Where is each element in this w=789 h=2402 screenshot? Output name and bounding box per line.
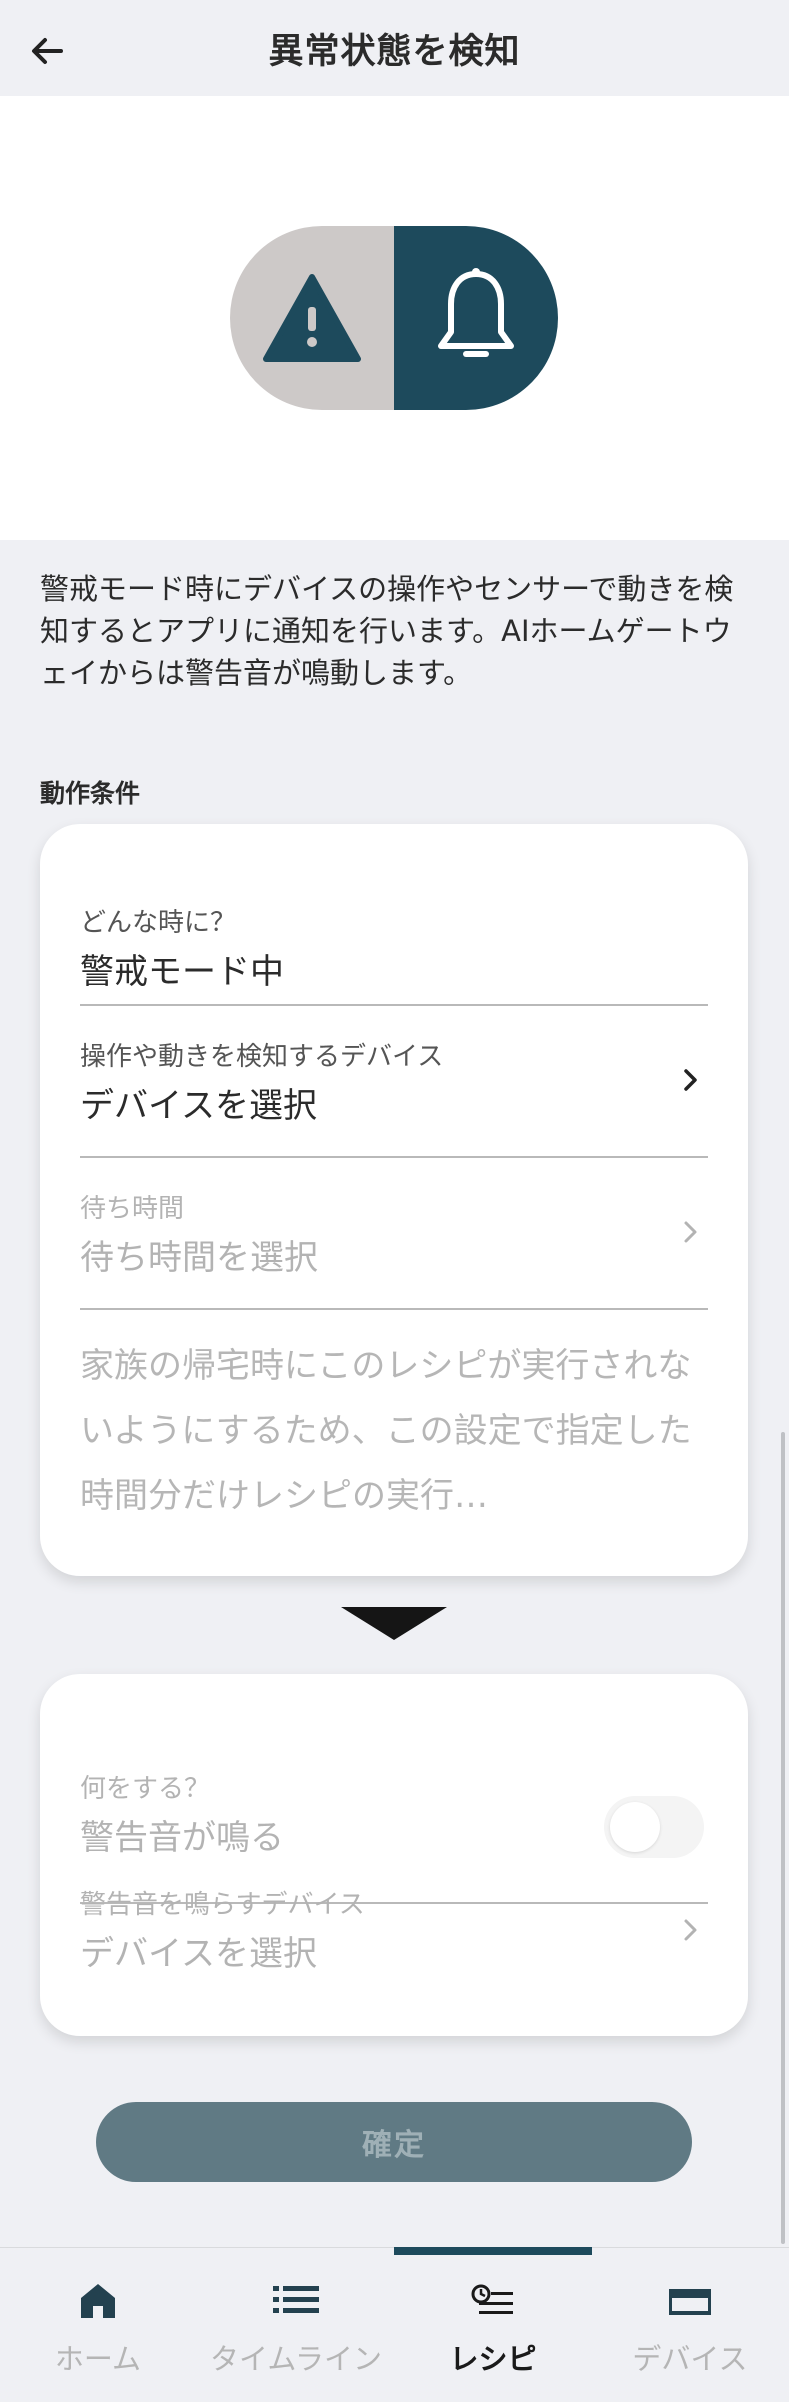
- wait-time-label: 待ち時間: [80, 1194, 185, 1224]
- app-header: 異常状態を検知: [0, 0, 789, 96]
- alarm-toggle[interactable]: [604, 1796, 704, 1858]
- nav-label-device: デバイス: [632, 2342, 748, 2376]
- confirm-button[interactable]: 確定: [96, 2102, 692, 2182]
- toggle-knob: [610, 1802, 660, 1852]
- alarm-device-label: 警告音を鳴らすデバイス: [80, 1890, 365, 1920]
- recipe-description: 警戒モード時にデバイスの操作やセンサーで動きを検知するとアプリに通知を行います。…: [40, 572, 734, 690]
- wait-time-value: 待ち時間を選択: [80, 1238, 318, 1278]
- flow-arrow-icon: [341, 1607, 447, 1640]
- detect-device-value: デバイスを選択: [80, 1086, 317, 1126]
- warning-panel: [230, 226, 394, 410]
- action-label: 何をする？: [80, 1774, 211, 1804]
- wait-time-note: 家族の帰宅時にこのレシピが実行されないようにするため、この設定で指定した時間分だ…: [80, 1346, 692, 1516]
- nav-item-home[interactable]: ホーム: [38, 2248, 158, 2402]
- action-card: 何をする？ 警告音が鳴る 警告音を鳴らすデバイス デバイスを選択: [40, 1674, 748, 2036]
- nav-item-recipe[interactable]: レシピ: [430, 2248, 556, 2402]
- detect-device-row[interactable]: 操作や動きを検知するデバイス デバイスを選択: [80, 1006, 708, 1158]
- back-arrow-icon: [32, 38, 63, 64]
- warning-notification-pill: [230, 226, 558, 410]
- warning-triangle-icon: [263, 274, 361, 362]
- back-button[interactable]: [22, 26, 72, 76]
- scrollbar[interactable]: [781, 1432, 785, 2244]
- when-row: どんな時に？ 警戒モード中: [80, 874, 708, 1006]
- wait-time-row[interactable]: 待ち時間 待ち時間を選択: [80, 1158, 708, 1310]
- chevron-right-icon: [684, 1919, 697, 1941]
- nav-label-home: ホーム: [54, 2342, 142, 2376]
- bell-icon: [438, 268, 514, 357]
- chevron-right-icon: [684, 1221, 697, 1243]
- section-label-conditions: 動作条件: [40, 779, 141, 808]
- when-value: 警戒モード中: [80, 952, 284, 992]
- list-icon: [273, 2286, 319, 2313]
- detect-device-label: 操作や動きを検知するデバイス: [80, 1042, 444, 1072]
- device-icon: [669, 2289, 711, 2315]
- home-icon: [81, 2284, 115, 2318]
- notification-panel: [394, 226, 558, 410]
- page-title: 異常状態を検知: [268, 31, 521, 72]
- hero-illustration: [0, 96, 789, 540]
- nav-item-timeline[interactable]: タイムライン: [196, 2248, 396, 2402]
- when-label: どんな時に？: [80, 908, 237, 938]
- nav-item-device[interactable]: デバイス: [620, 2248, 760, 2402]
- alarm-device-row[interactable]: 警告音を鳴らすデバイス デバイスを選択: [80, 1856, 708, 2006]
- action-value: 警告音が鳴る: [80, 1818, 284, 1858]
- chevron-right-icon: [684, 1069, 697, 1091]
- nav-label-recipe: レシピ: [449, 2342, 537, 2376]
- recipe-icon: [471, 2284, 513, 2314]
- bottom-navigation: ホーム タイムライン レシピ デバイス: [0, 2247, 789, 2402]
- nav-label-timeline: タイムライン: [210, 2342, 382, 2376]
- condition-card: どんな時に？ 警戒モード中 操作や動きを検知するデバイス デバイスを選択 待ち時…: [40, 824, 748, 1576]
- alarm-device-value: デバイスを選択: [80, 1934, 317, 1974]
